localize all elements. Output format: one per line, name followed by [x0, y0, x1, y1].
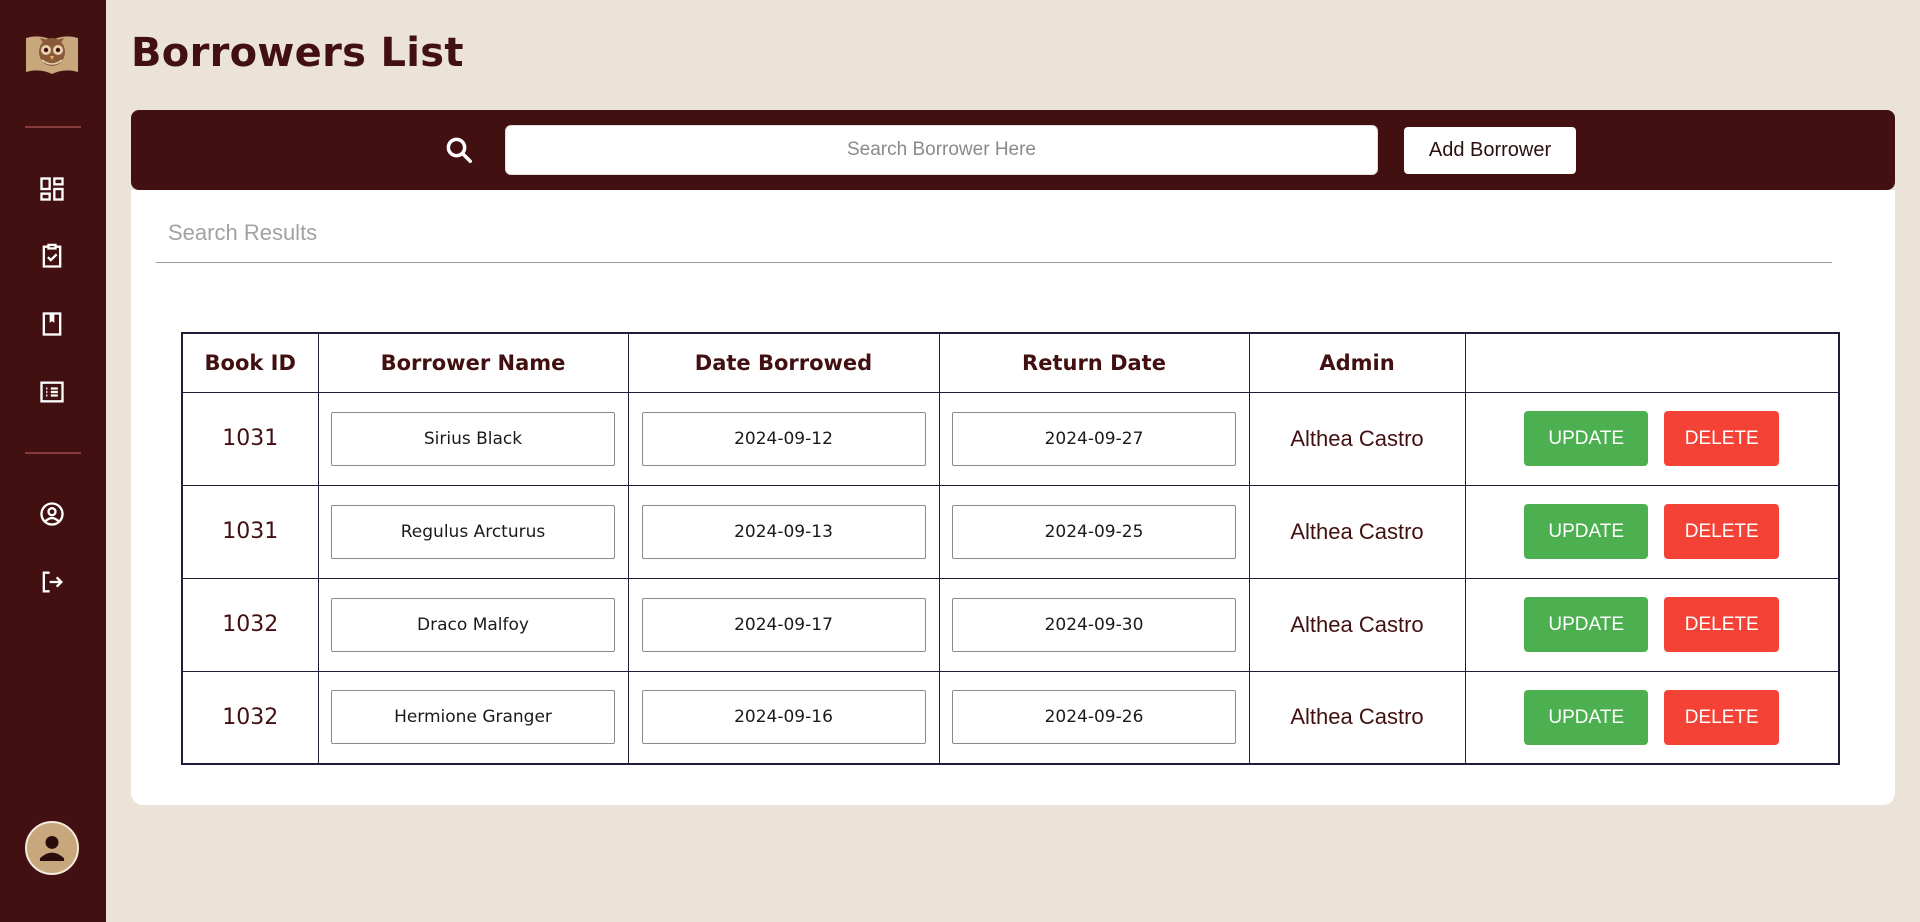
delete-button[interactable]: DELETE: [1664, 689, 1780, 745]
table-row: 1031 Sirius Black 2024-09-12 2024-09-27 …: [181, 391, 1840, 486]
update-button[interactable]: UPDATE: [1524, 411, 1649, 466]
owl-book-logo: [24, 28, 80, 78]
return-date-field[interactable]: 2024-09-30: [952, 597, 1236, 652]
delete-button[interactable]: DELETE: [1664, 504, 1780, 559]
borrower-name-field[interactable]: Regulus Arcturus: [331, 504, 615, 559]
results-divider: [156, 262, 1832, 263]
admin-cell: Althea Castro: [1248, 577, 1466, 672]
search-input[interactable]: [505, 125, 1378, 175]
delete-button[interactable]: DELETE: [1664, 411, 1780, 466]
borrowers-table: Book ID Borrower Name Date Borrowed Retu…: [181, 332, 1840, 765]
column-header-actions: [1464, 332, 1840, 393]
update-button[interactable]: UPDATE: [1524, 689, 1649, 745]
return-date-field[interactable]: 2024-09-25: [952, 504, 1236, 559]
book-id-cell: 1031: [181, 484, 319, 579]
admin-cell: Althea Castro: [1248, 391, 1466, 486]
page-title: Borrowers List: [131, 30, 464, 76]
borrower-name-field[interactable]: Draco Malfoy: [331, 597, 615, 652]
return-date-field[interactable]: 2024-09-26: [952, 690, 1236, 745]
book-id-cell: 1032: [181, 577, 319, 672]
table-row: 1032 Hermione Granger 2024-09-16 2024-09…: [181, 670, 1840, 765]
update-button[interactable]: UPDATE: [1524, 597, 1649, 652]
table-row: 1032 Draco Malfoy 2024-09-17 2024-09-30 …: [181, 577, 1840, 672]
sidebar-divider: [25, 452, 81, 454]
book-id-cell: 1031: [181, 391, 319, 486]
delete-button[interactable]: DELETE: [1664, 597, 1780, 652]
book-id-cell: 1032: [181, 670, 319, 765]
avatar[interactable]: [25, 821, 79, 875]
search-icon[interactable]: [444, 135, 474, 165]
book-icon[interactable]: [37, 309, 67, 339]
borrower-name-field[interactable]: Sirius Black: [331, 411, 615, 466]
user-circle-icon[interactable]: [37, 499, 67, 529]
date-borrowed-field[interactable]: 2024-09-16: [641, 690, 926, 745]
add-borrower-button[interactable]: Add Borrower: [1404, 127, 1576, 174]
list-icon[interactable]: [37, 377, 67, 407]
column-header-return-date: Return Date: [938, 332, 1250, 393]
search-toolbar: Add Borrower: [131, 110, 1895, 190]
return-date-field[interactable]: 2024-09-27: [952, 411, 1236, 466]
date-borrowed-field[interactable]: 2024-09-12: [641, 411, 926, 466]
column-header-book-id: Book ID: [181, 332, 319, 393]
column-header-date-borrowed: Date Borrowed: [627, 332, 940, 393]
table-row: 1031 Regulus Arcturus 2024-09-13 2024-09…: [181, 484, 1840, 579]
date-borrowed-field[interactable]: 2024-09-13: [641, 504, 926, 559]
borrower-name-field[interactable]: Hermione Granger: [331, 690, 615, 745]
date-borrowed-field[interactable]: 2024-09-17: [641, 597, 926, 652]
column-header-admin: Admin: [1248, 332, 1466, 393]
table-header-row: Book ID Borrower Name Date Borrowed Retu…: [181, 332, 1840, 393]
dashboard-icon[interactable]: [37, 174, 67, 204]
logout-icon[interactable]: [37, 567, 67, 597]
results-heading: Search Results: [168, 220, 318, 245]
sidebar-divider: [25, 126, 81, 128]
admin-cell: Althea Castro: [1248, 484, 1466, 579]
clipboard-check-icon[interactable]: [37, 241, 67, 271]
sidebar: [0, 0, 106, 922]
column-header-borrower-name: Borrower Name: [317, 332, 629, 393]
results-card: Search Results Book ID Borrower Name Dat…: [131, 190, 1895, 805]
update-button[interactable]: UPDATE: [1524, 504, 1649, 559]
admin-cell: Althea Castro: [1248, 670, 1466, 765]
